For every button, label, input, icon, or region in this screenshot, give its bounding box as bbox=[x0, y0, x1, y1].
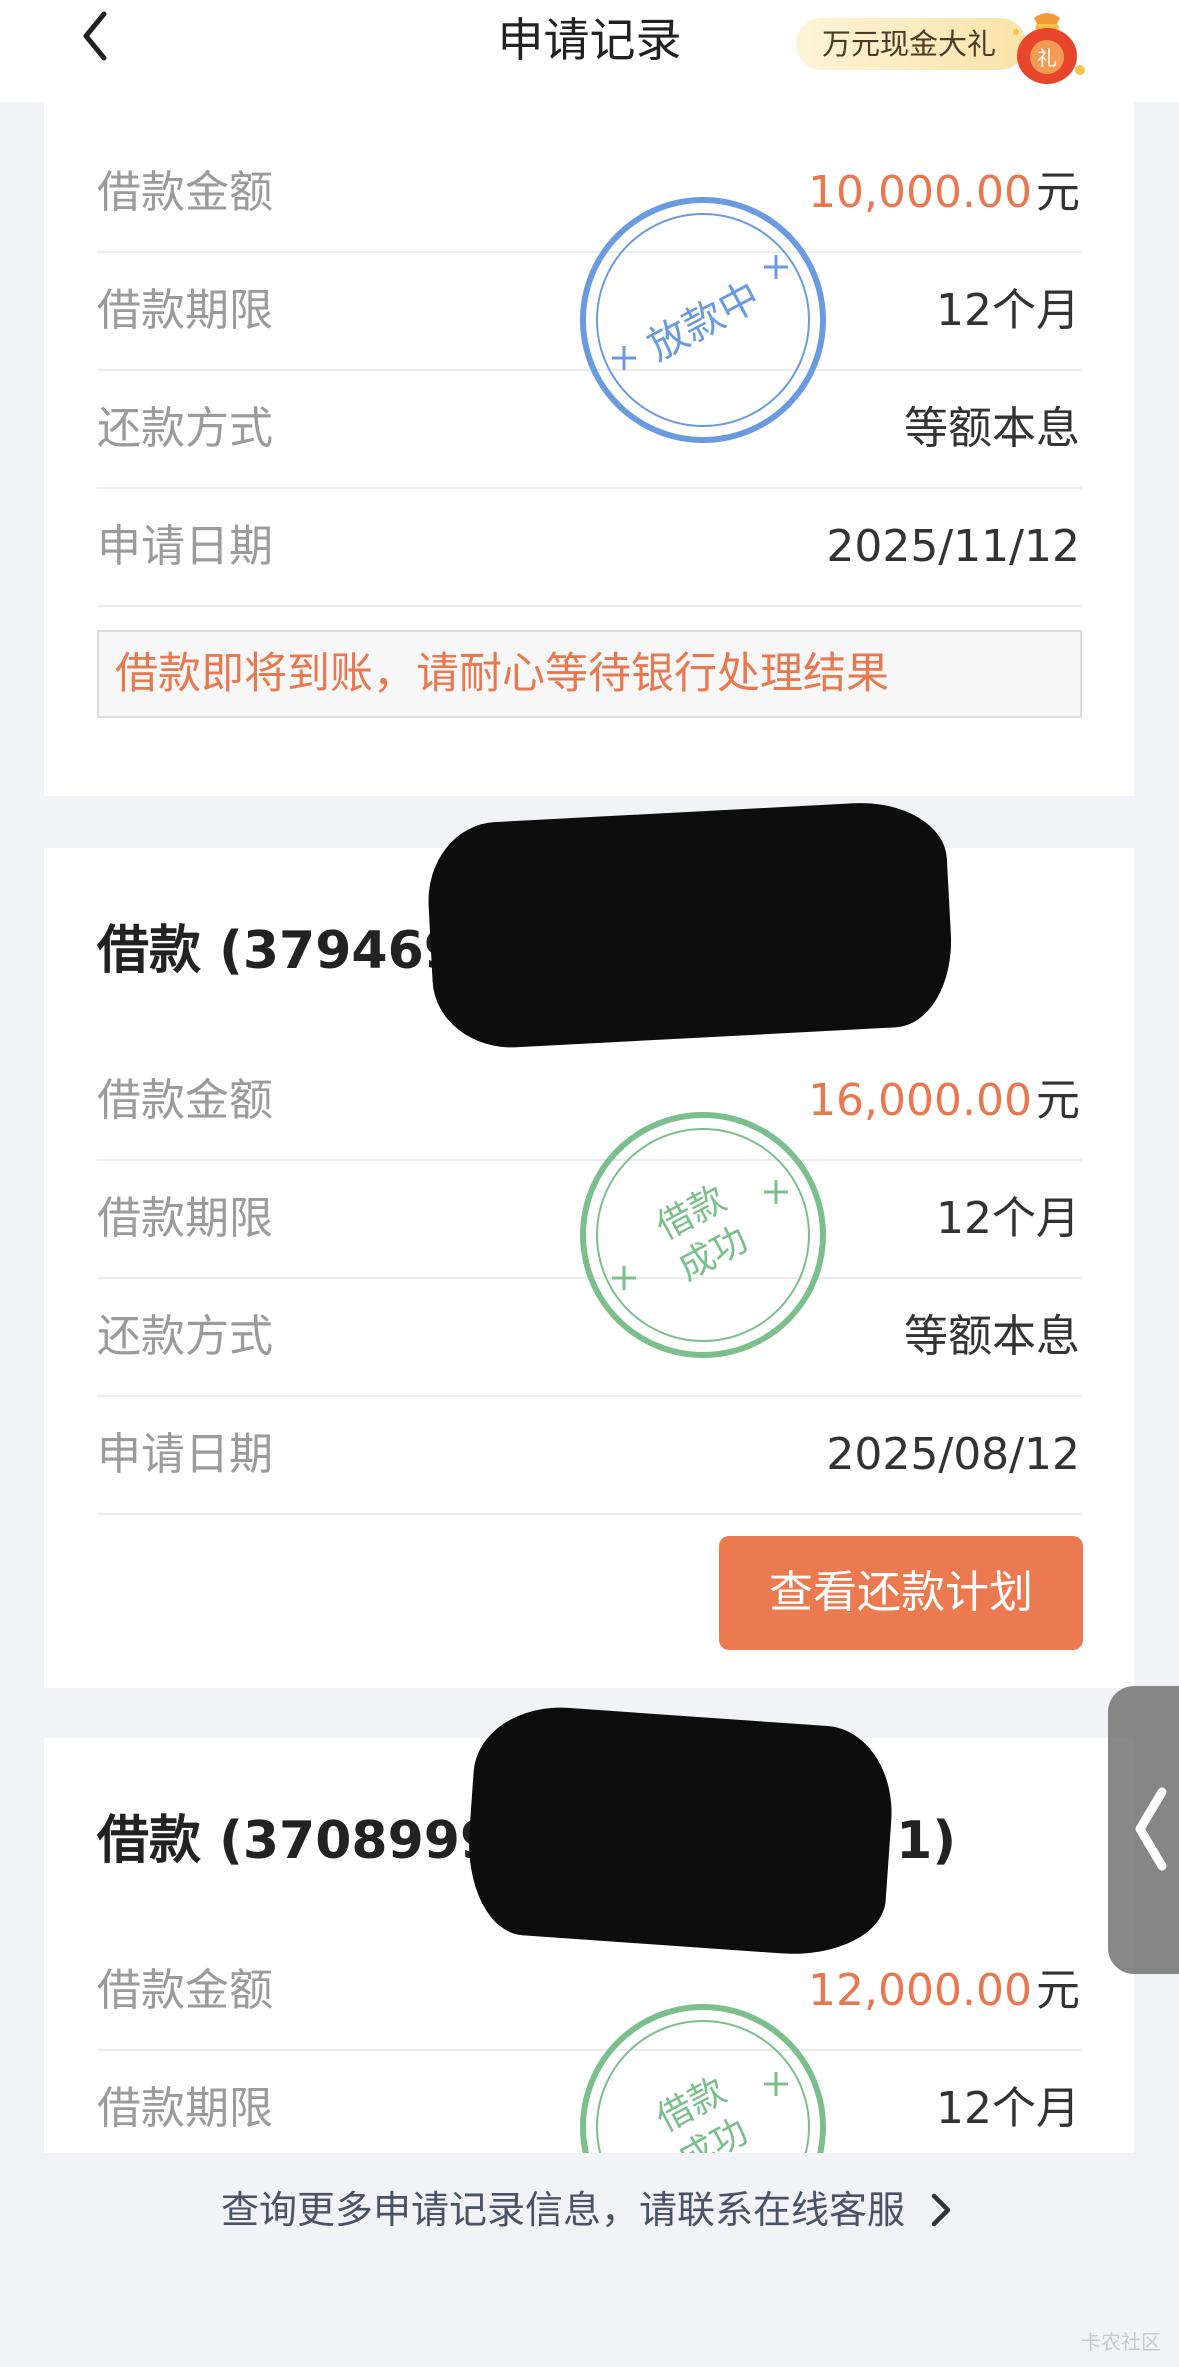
cash-gift-banner[interactable]: 万元现金大礼 礼 bbox=[796, 10, 1096, 84]
loan-amount: 12,000.00 bbox=[808, 1965, 1032, 2016]
record-card: 借款 (37946946 借款金额 16,000.00元 借款期限 12个月 还… bbox=[44, 848, 1134, 1688]
row-amount: 借款金额 12,000.00元 bbox=[97, 1933, 1082, 2051]
top-nav-bar: 申请记录 万元现金大礼 礼 bbox=[0, 0, 1179, 102]
row-value: 10,000.00元 bbox=[808, 135, 1080, 251]
row-apply-date: 申请日期 2025/11/12 bbox=[97, 489, 1082, 607]
row-term: 借款期限 12个月 bbox=[97, 2051, 1082, 2153]
row-repayment-method: 还款方式 等额本息 bbox=[97, 371, 1082, 489]
chevron-right-icon bbox=[931, 2193, 951, 2227]
amount-unit: 元 bbox=[1036, 1965, 1080, 2016]
row-label: 借款金额 bbox=[97, 167, 273, 218]
row-term: 借款期限 12个月 bbox=[97, 1161, 1082, 1279]
row-label: 借款金额 bbox=[97, 1075, 273, 1126]
chevron-left-icon bbox=[83, 11, 107, 61]
row-label: 还款方式 bbox=[97, 403, 273, 454]
watermark: 卡农社区 bbox=[1081, 2330, 1161, 2354]
row-value: 16,000.00元 bbox=[808, 1043, 1080, 1159]
loan-amount: 16,000.00 bbox=[808, 1075, 1032, 1126]
row-repayment-method: 还款方式 等额本息 bbox=[97, 1279, 1082, 1397]
row-term: 借款期限 12个月 bbox=[97, 253, 1082, 371]
row-apply-date: 申请日期 2025/08/12 bbox=[97, 1397, 1082, 1515]
loan-id-tail: 1) bbox=[896, 1811, 957, 1871]
row-value: 12,000.00元 bbox=[808, 1933, 1080, 2049]
row-label: 借款期限 bbox=[97, 2083, 273, 2134]
loan-id-visible: 借款 (3708999 bbox=[97, 1811, 497, 1871]
loan-id-title: 借款 (3708999 1) bbox=[97, 1798, 956, 1873]
gift-bag-icon: 礼 bbox=[1013, 13, 1085, 84]
gift-bag-char: 礼 bbox=[1037, 46, 1057, 70]
row-label: 借款期限 bbox=[97, 1193, 273, 1244]
row-value: 12个月 bbox=[936, 285, 1080, 336]
row-value: 等额本息 bbox=[904, 403, 1080, 454]
row-label: 还款方式 bbox=[97, 1311, 273, 1362]
side-floating-tab[interactable] bbox=[1108, 1686, 1179, 1974]
row-label: 申请日期 bbox=[97, 521, 273, 572]
row-amount: 借款金额 16,000.00元 bbox=[97, 1043, 1082, 1161]
row-value: 12个月 bbox=[936, 2083, 1080, 2134]
row-amount: 借款金额 10,000.00元 bbox=[97, 135, 1082, 253]
row-value: 2025/11/12 bbox=[826, 521, 1080, 572]
row-value: 2025/08/12 bbox=[826, 1429, 1080, 1480]
record-card: 借款金额 10,000.00元 借款期限 12个月 还款方式 等额本息 申请日期… bbox=[44, 80, 1134, 796]
amount-unit: 元 bbox=[1036, 167, 1080, 218]
loan-id-title: 借款 (37946946 bbox=[97, 921, 533, 981]
row-label: 申请日期 bbox=[97, 1429, 273, 1480]
gift-label: 万元现金大礼 bbox=[796, 18, 1026, 70]
row-value: 等额本息 bbox=[904, 1311, 1080, 1362]
row-label: 借款金额 bbox=[97, 1965, 273, 2016]
loan-amount: 10,000.00 bbox=[808, 167, 1032, 218]
row-label: 借款期限 bbox=[97, 285, 273, 336]
disbursement-notice: 借款即将到账，请耐心等待银行处理结果 bbox=[97, 630, 1082, 718]
amount-unit: 元 bbox=[1036, 1075, 1080, 1126]
contact-support-link[interactable]: 查询更多申请记录信息，请联系在线客服 bbox=[0, 2175, 1179, 2245]
record-card: 借款 (3708999 1) 借款金额 12,000.00元 借款期限 12个月 … bbox=[44, 1738, 1134, 2153]
row-value: 12个月 bbox=[936, 1193, 1080, 1244]
footer-link-text: 查询更多申请记录信息，请联系在线客服 bbox=[220, 2188, 905, 2232]
view-repayment-plan-button[interactable]: 查看还款计划 bbox=[719, 1536, 1083, 1650]
chevron-left-icon bbox=[1135, 1787, 1167, 1871]
back-button[interactable] bbox=[66, 6, 126, 66]
